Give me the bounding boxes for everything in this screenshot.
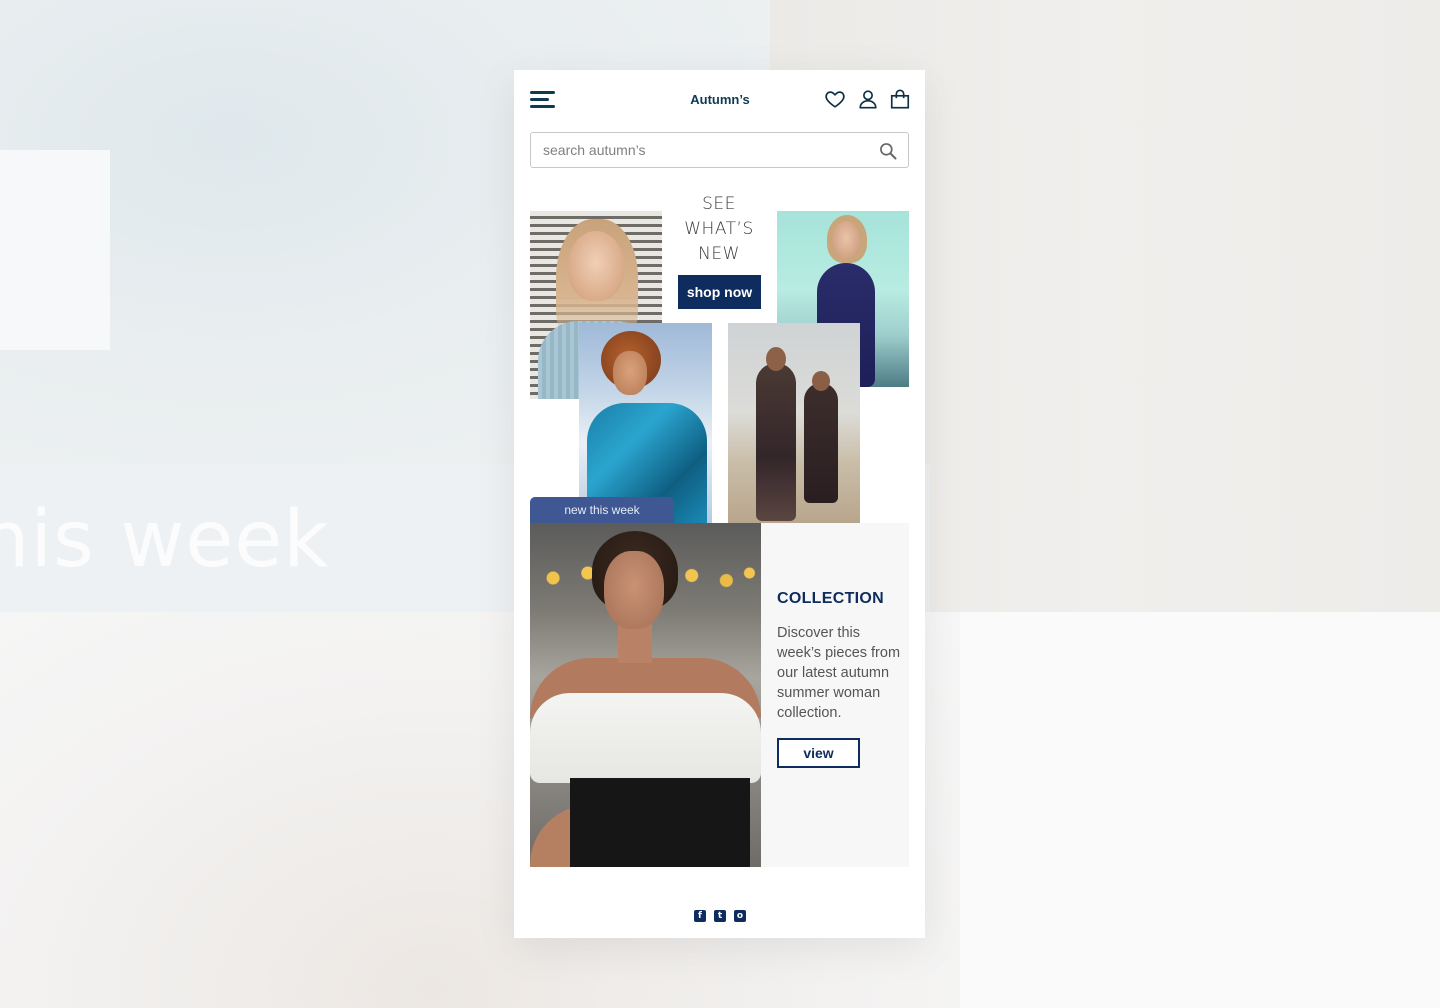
new-this-week-tab[interactable]: new this week [530,497,674,523]
twitter-icon[interactable]: t [714,910,726,922]
instagram-icon[interactable]: o [734,910,746,922]
background-image-tile [0,150,110,350]
search-icon[interactable] [878,141,898,161]
header: Autumn’s [530,88,911,114]
hero-heading-line: NEW [698,244,740,264]
search-bar [530,132,909,168]
brand-logo[interactable]: Autumn’s [670,92,770,107]
bag-icon[interactable] [889,88,911,112]
hero-heading: SEE WHAT’S NEW [664,192,774,267]
collection-description: Discover this week’s pieces from our lat… [777,625,901,721]
hero-heading-line: WHAT’S [684,219,754,239]
background-image-tile [960,612,1440,1008]
user-icon[interactable] [857,88,879,112]
facebook-icon[interactable]: f [694,910,706,922]
hero-heading-line: SEE [702,194,736,214]
search-input[interactable] [543,133,863,167]
collection-photo[interactable] [530,523,761,867]
mobile-page: Autumn’s SEE WHAT’S NEW shop now new thi… [514,70,925,938]
social-links: f t o [694,910,754,922]
collection-panel: COLLECTION Discover this week’s pieces f… [761,523,909,867]
hamburger-menu-icon[interactable] [530,89,556,111]
shop-now-button[interactable]: shop now [678,275,761,309]
hero-photo-desert-models[interactable] [728,323,860,523]
background-ghost-text: his week [0,495,330,585]
hero-photo-blue-jacket-model[interactable] [579,323,712,523]
collection-title: COLLECTION [777,590,884,607]
heart-icon[interactable] [824,88,846,112]
view-button[interactable]: view [777,738,860,768]
